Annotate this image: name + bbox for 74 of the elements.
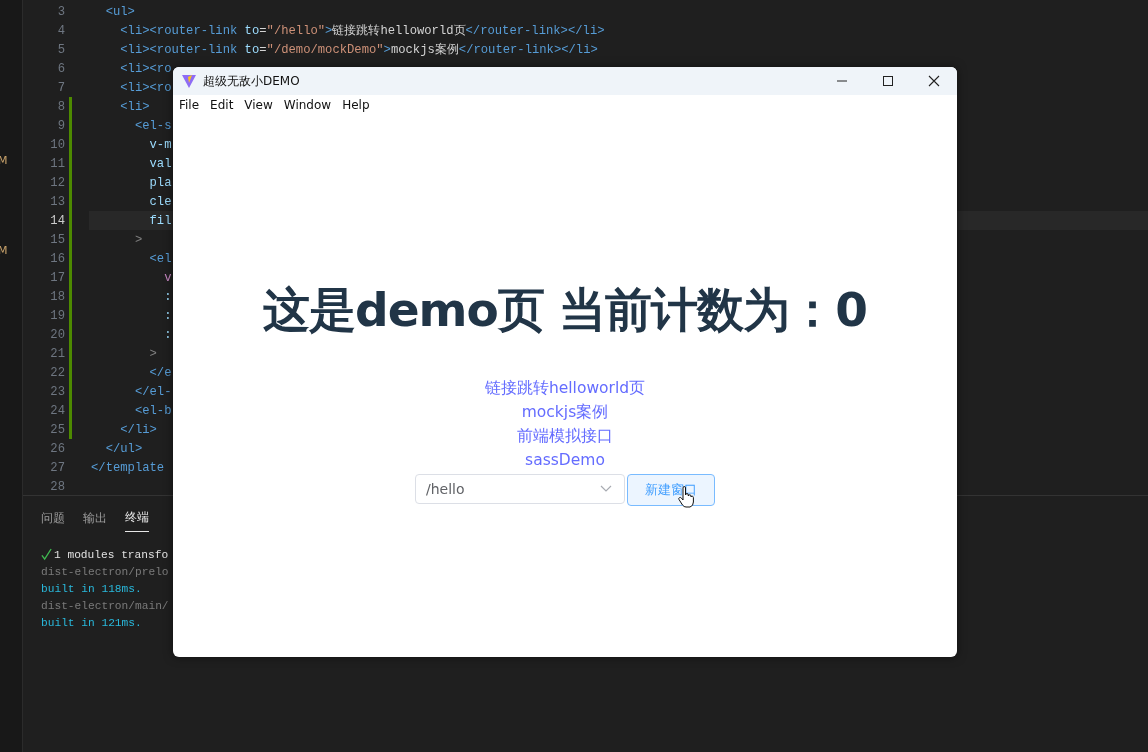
check-icon [41, 548, 52, 561]
code-line: <li><router-link to="/demo/mockDemo">mockjs案例</router-link></li> [119, 42, 598, 58]
nav-link[interactable]: 前端模拟接口 [517, 424, 613, 448]
line-number: 27 [49, 460, 65, 475]
code-line: <ul> [104, 4, 135, 19]
code-line: pla [148, 175, 172, 190]
terminal-line: 1 modules transfo [54, 548, 169, 561]
nav-link[interactable]: mockjs案例 [521, 400, 609, 424]
line-number: 15 [49, 232, 65, 247]
line-number: 14 [49, 213, 65, 228]
code-line: </el- [133, 384, 172, 399]
line-number: 17 [49, 270, 65, 285]
line-number: 11 [49, 156, 65, 171]
caret-icon [600, 485, 612, 493]
code-line: </template [91, 460, 165, 475]
line-number: 28 [49, 479, 65, 494]
line-number: 16 [49, 251, 65, 266]
code-line: : [163, 327, 172, 342]
code-line: <li> [119, 99, 150, 114]
line-number: 23 [49, 384, 65, 399]
line-number: 25 [49, 422, 65, 437]
code-line: <el-s [133, 118, 172, 133]
line-number: 8 [56, 99, 65, 114]
terminal-line: built in 118ms. [41, 582, 142, 595]
code-line: : [163, 308, 172, 323]
panel-tab[interactable]: 问题 [41, 505, 65, 532]
code-line: <li><ro [119, 61, 172, 76]
line-number: 5 [56, 42, 65, 57]
code-line: val [148, 156, 172, 171]
line-number: 7 [56, 80, 65, 95]
page-heading: 这是demo页 当前计数为：0 [263, 281, 867, 339]
terminal-line: dist-electron/prelo [41, 565, 169, 578]
line-number: 24 [49, 403, 65, 418]
code-line: cle [148, 194, 172, 209]
app-logo-icon [181, 73, 197, 89]
line-number: 26 [49, 441, 65, 456]
code-line: </li> [119, 422, 157, 437]
line-number: 21 [49, 346, 65, 361]
code-line: </ul> [104, 441, 143, 456]
code-line: </e [148, 365, 172, 380]
window-title: 超级无敌小DEMO [203, 72, 300, 90]
menu-item[interactable]: File [179, 98, 200, 112]
code-line: <li><router-link to="/hello">链接跳转helloworld页</router-link></li> [119, 23, 605, 39]
panel-tab[interactable]: 终端 [125, 505, 149, 532]
nav-link[interactable]: 链接跳转helloworld页 [484, 376, 646, 400]
line-number: 9 [56, 118, 65, 133]
menu-item[interactable]: Edit [210, 98, 234, 112]
terminal-line: dist-electron/main/ [41, 599, 169, 612]
code-line: <li><ro [119, 80, 172, 95]
code-line: v [163, 270, 172, 285]
line-number: 6 [56, 61, 65, 76]
menu-item[interactable]: View [244, 98, 273, 112]
panel-tab[interactable]: 输出 [83, 505, 107, 532]
line-number: 12 [49, 175, 65, 190]
line-number: 20 [49, 327, 65, 342]
route-select[interactable]: /hello [415, 474, 625, 504]
code-line: > [133, 232, 143, 247]
code-line: fil [148, 213, 172, 228]
line-number: 13 [49, 194, 65, 209]
code-line: <el-b [133, 403, 172, 418]
line-number: 22 [49, 365, 65, 380]
terminal-line: built in 121ms. [41, 616, 142, 629]
code-line: > [148, 346, 157, 361]
code-line: v-m [148, 137, 172, 152]
menu-item[interactable]: Window [283, 98, 332, 112]
line-number: 3 [56, 4, 65, 19]
line-number: 10 [49, 137, 65, 152]
line-number: 4 [56, 23, 65, 38]
nav-link[interactable]: sassDemo [525, 448, 605, 472]
code-line: : [163, 289, 172, 304]
menu-item[interactable]: Help [342, 98, 370, 112]
code-line: <el [148, 251, 172, 266]
line-number: 19 [49, 308, 65, 323]
line-number: 18 [49, 289, 65, 304]
